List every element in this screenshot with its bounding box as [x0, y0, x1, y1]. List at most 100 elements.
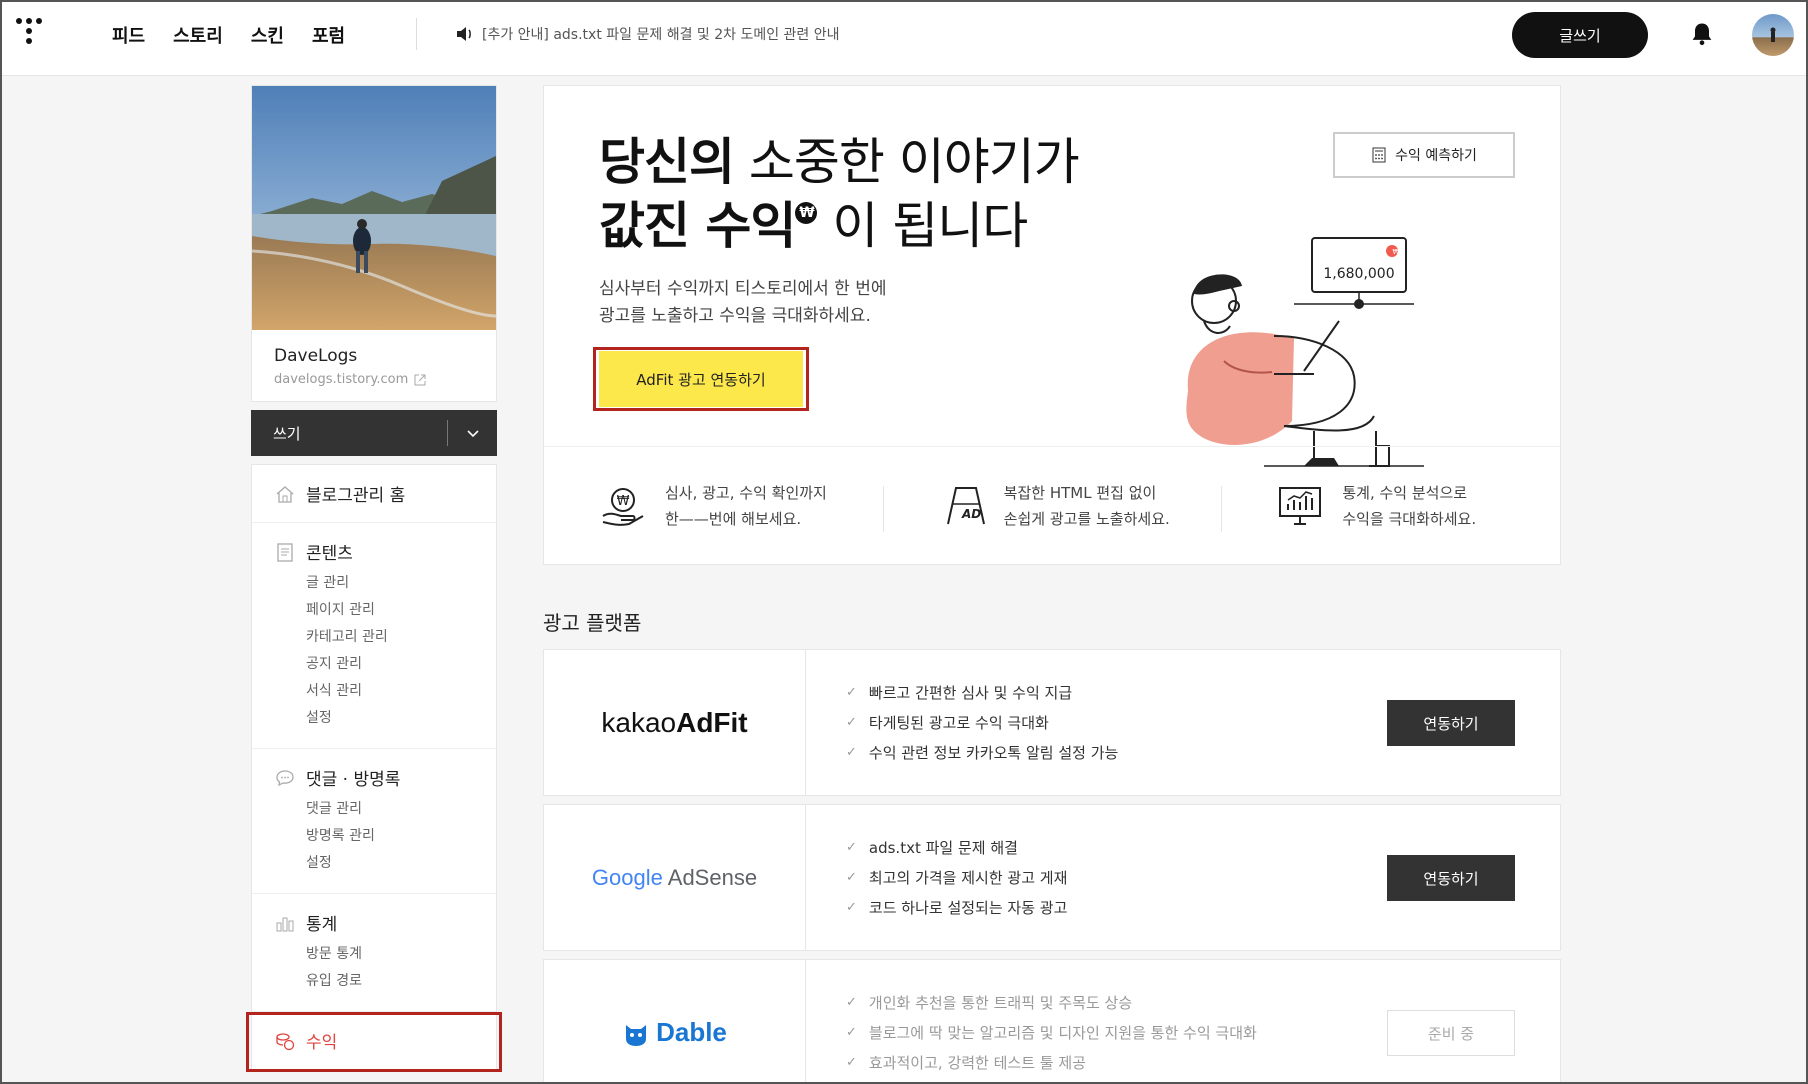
- sidebar-subitem-visits[interactable]: 방문 통계: [306, 941, 474, 968]
- feature-item: ₩ 심사, 광고, 수익 확인까지 한——번에 해보세요.: [544, 448, 883, 564]
- sidebar-subitem-notices[interactable]: 공지 관리: [306, 651, 474, 678]
- sidebar-subitem-referrers[interactable]: 유입 경로: [306, 968, 474, 995]
- sidebar-subitem-posts[interactable]: 글 관리: [306, 570, 474, 597]
- check-icon: ✓: [846, 839, 857, 855]
- predict-button-label: 수익 예측하기: [1395, 148, 1477, 164]
- sidebar-item-label: 수익: [306, 1033, 338, 1053]
- external-link-icon: [414, 374, 426, 385]
- feature-text-line1: 심사, 광고, 수익 확인까지: [665, 484, 827, 502]
- sidebar-item-content[interactable]: 콘텐츠: [274, 539, 474, 564]
- write-post-button[interactable]: 글쓰기: [1512, 12, 1648, 58]
- logo-adsense-text: AdSense: [662, 864, 758, 890]
- sidebar-item-revenue[interactable]: 수익: [274, 1028, 474, 1053]
- sidebar-subitem-templates[interactable]: 서식 관리: [306, 678, 474, 705]
- sidebar-item-label: 댓글 · 방명록: [306, 770, 401, 790]
- kakao-adfit-logo: kakaoAdFit: [544, 650, 806, 795]
- sidebar-item-label: 콘텐츠: [306, 544, 353, 564]
- check-icon: ✓: [846, 869, 857, 885]
- notice-banner[interactable]: [추가 안내] ads.txt 파일 문제 해결 및 2차 도메인 관련 안내: [456, 24, 840, 44]
- blog-info: DaveLogs davelogs.tistory.com: [252, 330, 496, 401]
- adfit-link-button[interactable]: 연동하기: [1387, 700, 1515, 746]
- hero-title-light-1: 소중한 이야기가: [734, 133, 1080, 191]
- adfit-connect-button[interactable]: AdFit 광고 연동하기: [599, 351, 803, 407]
- sidebar-item-home[interactable]: 블로그관리 홈: [274, 481, 474, 506]
- nav-feed[interactable]: 피드: [112, 22, 145, 48]
- nav-story[interactable]: 스토리: [173, 22, 223, 48]
- sidebar-item-comments[interactable]: 댓글 · 방명록: [274, 765, 474, 790]
- logo-dable-text: Dable: [656, 1017, 727, 1047]
- hero-title-light-2: 이 됩니다: [817, 197, 1028, 255]
- revenue-hero: 당신의 소중한 이야기가 값진 수익 ₩ 이 됩니다 심사부터 수익까지 티스토리…: [543, 85, 1561, 565]
- blog-name[interactable]: DaveLogs: [274, 346, 474, 366]
- tistory-logo-icon[interactable]: [16, 18, 48, 50]
- document-icon: [274, 541, 296, 563]
- chevron-down-icon[interactable]: [463, 423, 483, 443]
- nav-divider: [416, 18, 417, 50]
- hero-desc-line2: 광고를 노출하고 수익을 극대화하세요.: [599, 306, 871, 326]
- main-content: 당신의 소중한 이야기가 값진 수익 ₩ 이 됩니다 심사부터 수익까지 티스토리…: [543, 85, 1561, 1082]
- sidebar-subitem-categories[interactable]: 카테고리 관리: [306, 624, 474, 651]
- hero-divider: [544, 446, 1560, 447]
- feature-text-line1: 복잡한 HTML 편집 없이: [1003, 484, 1157, 502]
- adsense-link-button[interactable]: 연동하기: [1387, 855, 1515, 901]
- sidebar: DaveLogs davelogs.tistory.com 쓰기 블로그관리 홈: [251, 85, 497, 1070]
- bell-icon[interactable]: [1688, 20, 1716, 48]
- dable-logo: Dable: [544, 960, 806, 1082]
- speaker-icon: [457, 27, 471, 41]
- comments-submenu: 댓글 관리 방명록 관리 설정: [306, 796, 474, 877]
- check-icon: ✓: [846, 1024, 857, 1040]
- feature-item: AD 복잡한 HTML 편집 없이 손쉽게 광고를 노출하세요.: [882, 448, 1222, 564]
- sidebar-subitem-content-settings[interactable]: 설정: [306, 705, 474, 732]
- check-icon: ✓: [846, 744, 857, 760]
- nav-forum[interactable]: 포럼: [312, 22, 345, 48]
- sidebar-subitem-pages[interactable]: 페이지 관리: [306, 597, 474, 624]
- avatar[interactable]: [1752, 14, 1794, 56]
- feature-text-line2: 손쉽게 광고를 노출하세요.: [1003, 510, 1170, 528]
- notice-text: [추가 안내] ads.txt 파일 문제 해결 및 2차 도메인 관련 안내: [482, 27, 840, 43]
- list-item-text: 개인화 추천을 통한 트래픽 및 주목도 상승: [868, 993, 1133, 1012]
- sidebar-menu: 블로그관리 홈 콘텐츠 글 관리 페이지 관리 카테고리 관리 공지 관리 서식…: [251, 464, 497, 1070]
- content-submenu: 글 관리 페이지 관리 카테고리 관리 공지 관리 서식 관리 설정: [306, 570, 474, 732]
- menu-group-comments: 댓글 · 방명록 댓글 관리 방명록 관리 설정: [252, 749, 496, 894]
- list-item-text: 최고의 가격을 제시한 광고 게재: [868, 868, 1068, 887]
- blog-cover-image[interactable]: [252, 86, 496, 330]
- logo-kakao-text: kakao: [601, 706, 677, 738]
- blog-card: DaveLogs davelogs.tistory.com: [251, 85, 497, 402]
- list-item-text: 수익 관련 정보 카카오톡 알림 설정 가능: [868, 743, 1119, 762]
- write-bar-divider: [447, 420, 448, 446]
- svg-text:₩: ₩: [617, 494, 630, 509]
- hero-title-bold-2: 값진 수익: [599, 197, 796, 255]
- section-title-ad-platforms: 광고 플랫폼: [543, 611, 642, 635]
- feature-text-line1: 통계, 수익 분석으로: [1342, 484, 1468, 502]
- sidebar-subitem-guestbook[interactable]: 방명록 관리: [306, 823, 474, 850]
- sidebar-item-label: 통계: [306, 915, 338, 935]
- sidebar-item-stats[interactable]: 통계: [274, 910, 474, 935]
- revenue-predict-button[interactable]: 수익 예측하기: [1333, 132, 1515, 178]
- hero-title: 당신의 소중한 이야기가 값진 수익 ₩ 이 됩니다: [599, 130, 1080, 258]
- logo-adfit-text: AdFit: [676, 706, 748, 738]
- hero-title-bold-1: 당신의: [599, 133, 735, 191]
- hero-description: 심사부터 수익까지 티스토리에서 한 번에 광고를 노출하고 수익을 극대화하세…: [599, 276, 887, 330]
- check-icon: ✓: [846, 994, 857, 1010]
- nav-skin[interactable]: 스킨: [251, 22, 284, 48]
- feature-item: 통계, 수익 분석으로 수익을 극대화하세요.: [1221, 448, 1560, 564]
- blog-url[interactable]: davelogs.tistory.com: [274, 372, 474, 387]
- main-nav: 피드 스토리 스킨 포럼: [112, 22, 345, 48]
- list-item-text: 빠르고 간편한 심사 및 수익 지급: [868, 683, 1073, 702]
- sidebar-subitem-comments[interactable]: 댓글 관리: [306, 796, 474, 823]
- menu-group-content: 콘텐츠 글 관리 페이지 관리 카테고리 관리 공지 관리 서식 관리 설정: [252, 523, 496, 749]
- list-item-text: ads.txt 파일 문제 해결: [868, 838, 1018, 857]
- list-item-text: 효과적이고, 강력한 테스트 툴 제공: [868, 1053, 1086, 1072]
- sidebar-item-label: 블로그관리 홈: [306, 486, 406, 506]
- menu-group-revenue: 수익: [252, 1012, 496, 1069]
- speech-bubble-icon: [274, 767, 296, 789]
- dable-preparing-button[interactable]: 준비 중: [1387, 1010, 1515, 1056]
- sidebar-write-button[interactable]: 쓰기: [273, 423, 301, 444]
- blog-url-text: davelogs.tistory.com: [274, 372, 409, 387]
- calculator-icon: [1372, 147, 1386, 163]
- won-badge-icon: ₩: [795, 202, 818, 224]
- won-hand-icon: ₩: [602, 488, 644, 526]
- sidebar-subitem-comment-settings[interactable]: 설정: [306, 850, 474, 877]
- svg-text:₩: ₩: [1393, 248, 1400, 256]
- check-icon: ✓: [846, 714, 857, 730]
